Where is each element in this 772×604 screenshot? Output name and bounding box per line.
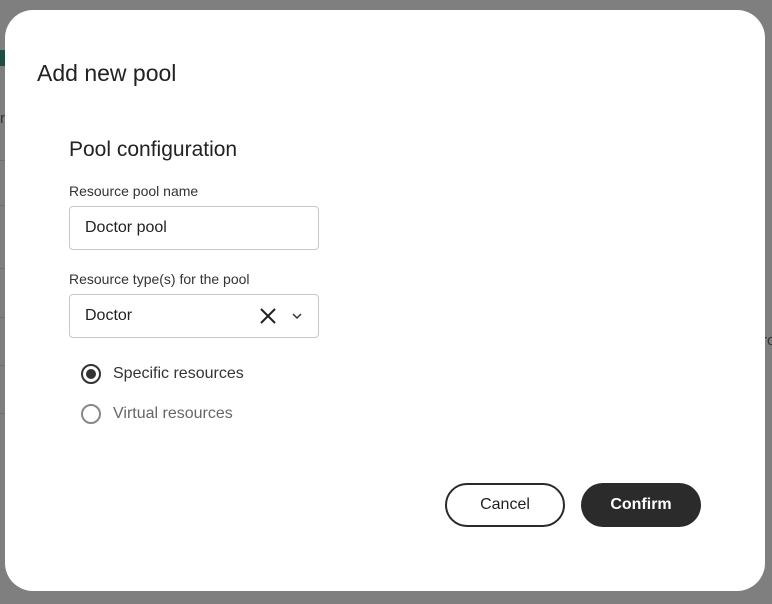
radio-label: Specific resources	[113, 365, 244, 382]
resource-type-label: Resource type(s) for the pool	[69, 271, 250, 287]
resource-type-select[interactable]: Doctor	[69, 294, 319, 338]
confirm-button[interactable]: Confirm	[581, 483, 701, 527]
add-pool-dialog: Add new pool Pool configuration Resource…	[5, 10, 765, 591]
radio-unchecked-icon	[81, 404, 101, 424]
dialog-title: Add new pool	[37, 60, 177, 86]
radio-specific-resources[interactable]: Specific resources	[81, 364, 244, 384]
section-title: Pool configuration	[69, 138, 238, 161]
pool-name-label: Resource pool name	[69, 183, 199, 199]
resource-type-value: Doctor	[85, 307, 133, 324]
clear-icon[interactable]	[259, 307, 277, 325]
pool-name-input[interactable]: Doctor pool	[69, 206, 319, 250]
radio-virtual-resources[interactable]: Virtual resources	[81, 404, 233, 424]
radio-checked-icon	[81, 364, 101, 384]
chevron-down-icon[interactable]	[291, 312, 303, 320]
cancel-button[interactable]: Cancel	[445, 483, 565, 527]
pool-name-value: Doctor pool	[85, 219, 167, 236]
radio-label: Virtual resources	[113, 405, 233, 422]
